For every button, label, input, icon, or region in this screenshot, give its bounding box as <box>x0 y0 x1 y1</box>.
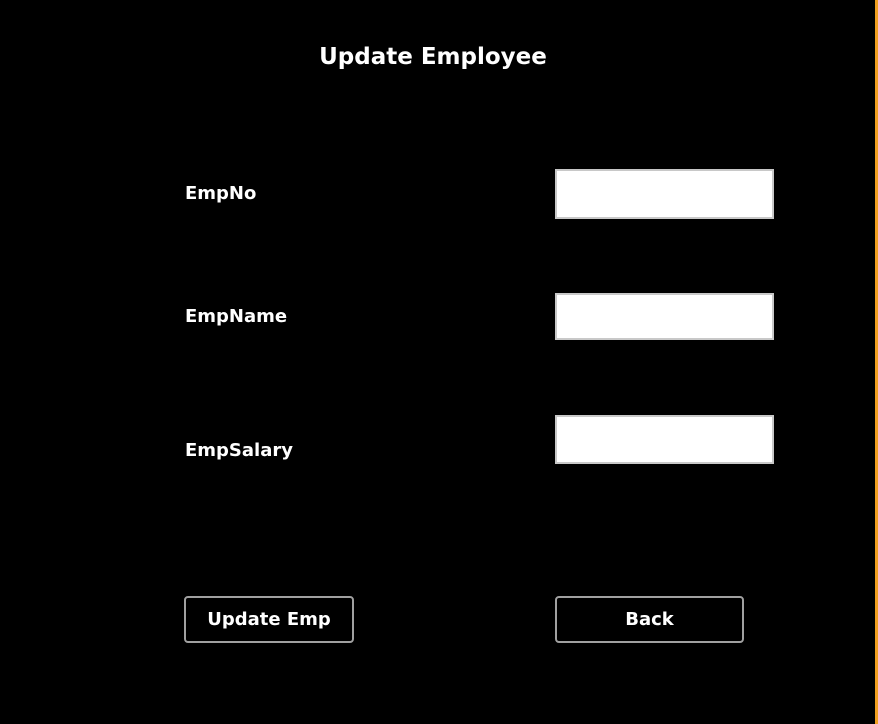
update-emp-button[interactable]: Update Emp <box>184 596 354 643</box>
empsalary-label: EmpSalary <box>185 440 293 461</box>
empno-input[interactable] <box>555 169 774 219</box>
empno-label: EmpNo <box>185 183 257 204</box>
empsalary-input[interactable] <box>555 415 774 464</box>
back-button[interactable]: Back <box>555 596 744 643</box>
empname-label: EmpName <box>185 306 288 327</box>
page-title: Update Employee <box>319 44 547 70</box>
empname-input[interactable] <box>555 293 774 340</box>
